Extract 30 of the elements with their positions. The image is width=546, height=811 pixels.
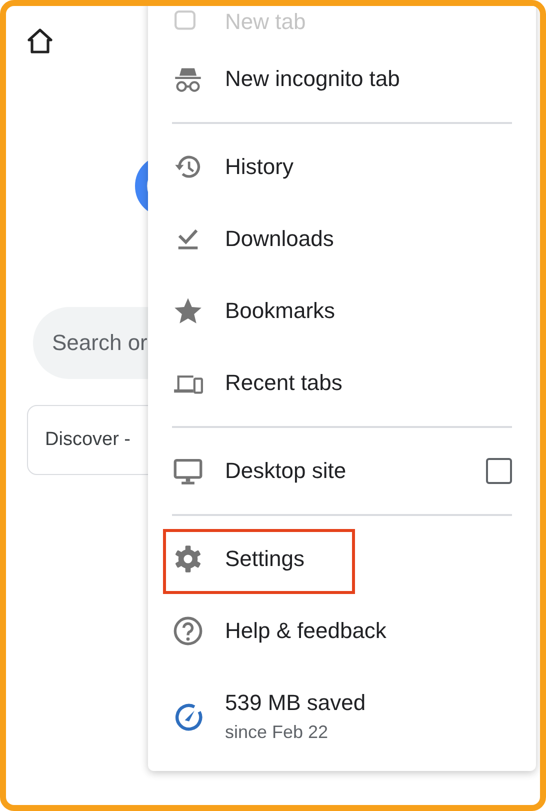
discover-label: Discover - bbox=[45, 429, 131, 451]
menu-item[interactable]: Desktop site bbox=[148, 435, 536, 507]
menu-item-label: Recent tabs bbox=[225, 370, 344, 396]
settings-icon bbox=[173, 544, 203, 574]
checkbox[interactable] bbox=[486, 458, 512, 484]
star-icon bbox=[173, 296, 203, 326]
savings-date: since Feb 22 bbox=[225, 722, 330, 742]
home-icon[interactable] bbox=[26, 27, 54, 55]
menu-item[interactable]: Bookmarks bbox=[148, 275, 536, 347]
data-saver-item[interactable]: 539 MB saved since Feb 22 bbox=[148, 667, 536, 765]
savings-label: 539 MB saved bbox=[225, 690, 366, 716]
menu-item-label: New tab bbox=[225, 9, 307, 35]
help-icon bbox=[173, 616, 203, 646]
menu-item[interactable]: Settings bbox=[148, 523, 536, 595]
menu-item-label: Desktop site bbox=[225, 458, 348, 484]
menu-item[interactable]: Downloads bbox=[148, 203, 536, 275]
menu-item-label: History bbox=[225, 154, 294, 180]
menu-item[interactable]: New incognito tab bbox=[148, 43, 536, 115]
menu-item-label: New incognito tab bbox=[225, 66, 401, 92]
search-placeholder: Search or bbox=[52, 330, 148, 356]
menu-item-label: Help & feedback bbox=[225, 618, 388, 644]
menu-item[interactable]: Recent tabs bbox=[148, 347, 536, 419]
monitor-icon bbox=[173, 456, 203, 486]
menu-item[interactable]: Help & feedback bbox=[148, 595, 536, 667]
menu-item-label: Settings bbox=[225, 546, 306, 572]
gauge-icon bbox=[173, 701, 203, 731]
tab-icon bbox=[173, 9, 197, 33]
menu-item-label: Downloads bbox=[225, 226, 335, 252]
menu-item[interactable]: History bbox=[148, 131, 536, 203]
menu-item-label: Bookmarks bbox=[225, 298, 336, 324]
